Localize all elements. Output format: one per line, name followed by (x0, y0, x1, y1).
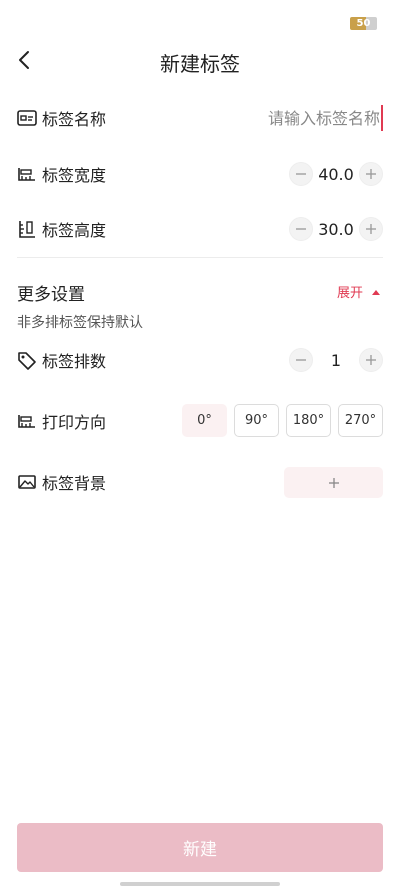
minus-icon (296, 359, 306, 361)
label-height-row: 标签高度 30.0 (17, 209, 383, 249)
battery-indicator: 50 (350, 17, 377, 30)
name-card-icon (17, 108, 37, 128)
direction-option-90[interactable]: 90° (234, 404, 279, 437)
plus-icon (366, 169, 376, 179)
more-settings-hint: 非多排标签保持默认 (17, 315, 143, 331)
direction-option-180[interactable]: 180° (286, 404, 331, 437)
home-indicator (120, 882, 280, 886)
tag-icon (17, 350, 37, 370)
ruler-width-icon (17, 164, 37, 184)
ruler-direction-icon (17, 411, 37, 431)
label-name-label: 标签名称 (42, 110, 107, 129)
expand-toggle[interactable]: 展开 (337, 282, 383, 301)
columns-stepper: 1 (289, 346, 383, 374)
print-direction-label: 打印方向 (42, 413, 107, 432)
height-value[interactable]: 30.0 (313, 220, 359, 239)
minus-icon (296, 173, 306, 175)
page-title: 新建标签 (160, 52, 240, 76)
minus-icon (296, 228, 306, 230)
label-background-label: 标签背景 (42, 474, 107, 493)
columns-decrement-button[interactable] (289, 348, 313, 372)
nav-bar: 新建标签 (0, 36, 400, 84)
plus-icon (366, 355, 376, 365)
columns-increment-button[interactable] (359, 348, 383, 372)
width-increment-button[interactable] (359, 162, 383, 186)
width-stepper: 40.0 (289, 160, 383, 188)
expand-label: 展开 (336, 286, 363, 301)
label-height-label: 标签高度 (42, 221, 107, 240)
height-stepper: 30.0 (289, 215, 383, 243)
width-value[interactable]: 40.0 (313, 165, 359, 184)
print-direction-row: 打印方向 0° 90° 180° 270° (17, 401, 383, 441)
direction-options: 0° 90° 180° 270° (182, 404, 383, 437)
label-width-label: 标签宽度 (42, 166, 107, 185)
create-button[interactable]: 新建 (17, 823, 383, 872)
label-name-row: 标签名称 (17, 98, 383, 138)
triangle-up-icon (372, 289, 380, 295)
add-background-button[interactable] (284, 467, 383, 498)
columns-value[interactable]: 1 (313, 351, 359, 370)
direction-option-0[interactable]: 0° (182, 404, 227, 437)
label-name-input[interactable] (213, 105, 383, 131)
plus-icon (366, 224, 376, 234)
label-width-row: 标签宽度 40.0 (17, 154, 383, 194)
section-divider (17, 257, 383, 258)
image-icon (17, 472, 37, 492)
height-decrement-button[interactable] (289, 217, 313, 241)
direction-option-270[interactable]: 270° (338, 404, 383, 437)
status-bar: 50 (0, 0, 400, 36)
label-columns-row: 标签排数 1 (17, 340, 383, 380)
height-increment-button[interactable] (359, 217, 383, 241)
label-background-row: 标签背景 (17, 462, 383, 502)
ruler-height-icon (17, 219, 37, 239)
plus-icon (328, 477, 339, 488)
width-decrement-button[interactable] (289, 162, 313, 186)
label-columns-label: 标签排数 (42, 352, 107, 371)
more-settings-title: 更多设置 (17, 285, 85, 305)
